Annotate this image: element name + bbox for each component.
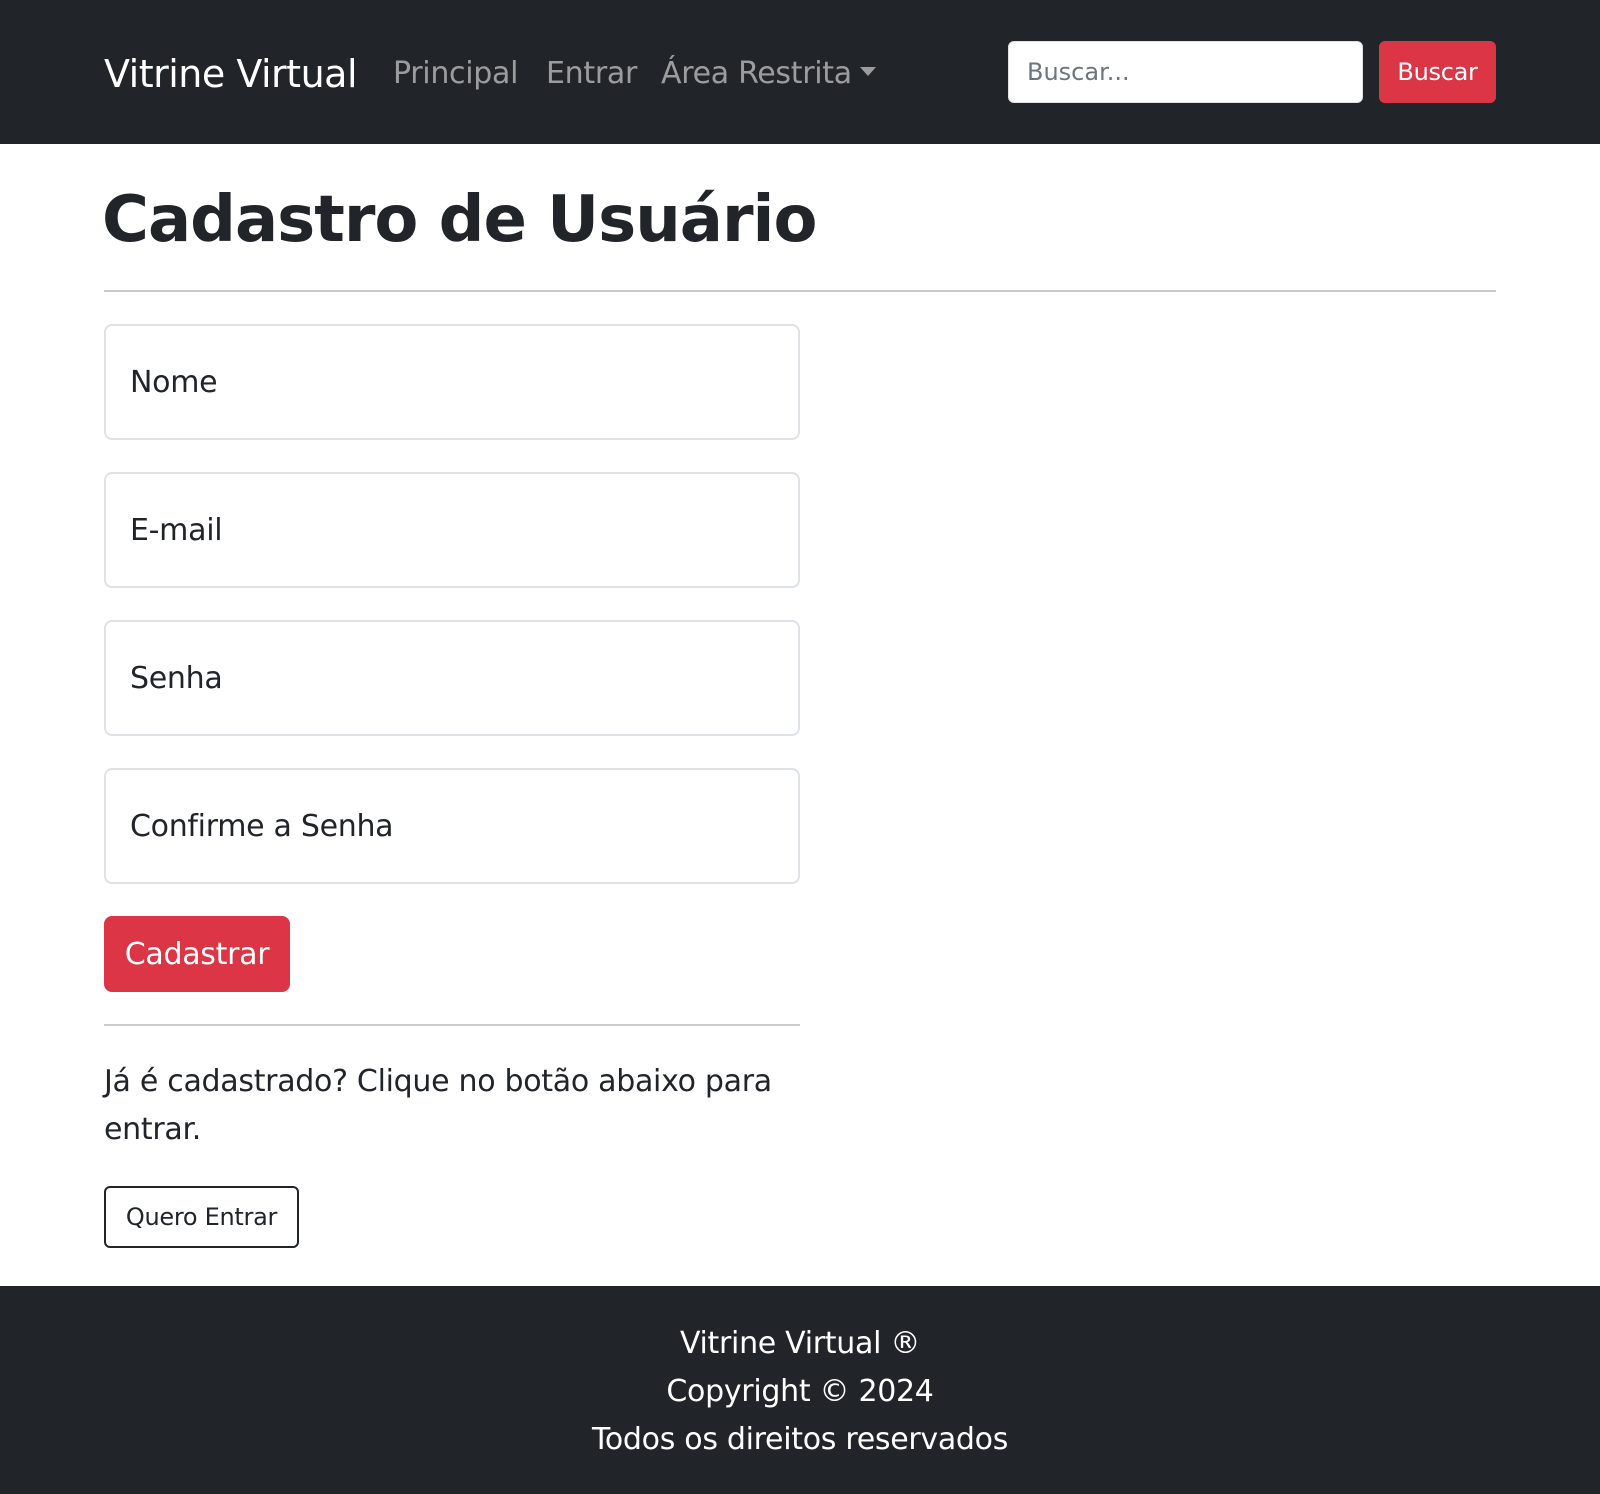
email-field[interactable]: [104, 472, 800, 588]
login-prompt-text: Já é cadastrado? Clique no botão abaixo …: [104, 1064, 772, 1147]
footer: Vitrine Virtual ® Copyright © 2024 Todos…: [0, 1286, 1600, 1494]
footer-rights: Todos os direitos reservados: [591, 1422, 1009, 1457]
page-title: Cadastro de Usuário: [102, 183, 817, 257]
navbar: Vitrine Virtual Principal Entrar Área Re…: [0, 0, 1600, 144]
chevron-down-icon: [859, 67, 876, 76]
name-field[interactable]: [104, 324, 800, 440]
password-field[interactable]: [104, 620, 800, 736]
title-divider: [104, 290, 1496, 292]
register-button[interactable]: Cadastrar: [104, 916, 290, 992]
login-button[interactable]: Quero Entrar: [104, 1186, 299, 1248]
nav-link-principal[interactable]: Principal: [393, 52, 518, 96]
footer-brand: Vitrine Virtual ®: [679, 1326, 921, 1361]
footer-copyright: Copyright © 2024: [666, 1374, 934, 1409]
nav-link-entrar[interactable]: Entrar: [546, 52, 637, 96]
brand-link[interactable]: Vitrine Virtual: [104, 48, 358, 100]
search-input[interactable]: [1008, 41, 1363, 103]
form-divider: [104, 1024, 800, 1026]
nav-dropdown-label: Área Restrita: [661, 56, 852, 91]
nav-dropdown-area-restrita[interactable]: Área Restrita: [661, 52, 876, 96]
search-button[interactable]: Buscar: [1379, 41, 1496, 103]
confirm-password-field[interactable]: [104, 768, 800, 884]
